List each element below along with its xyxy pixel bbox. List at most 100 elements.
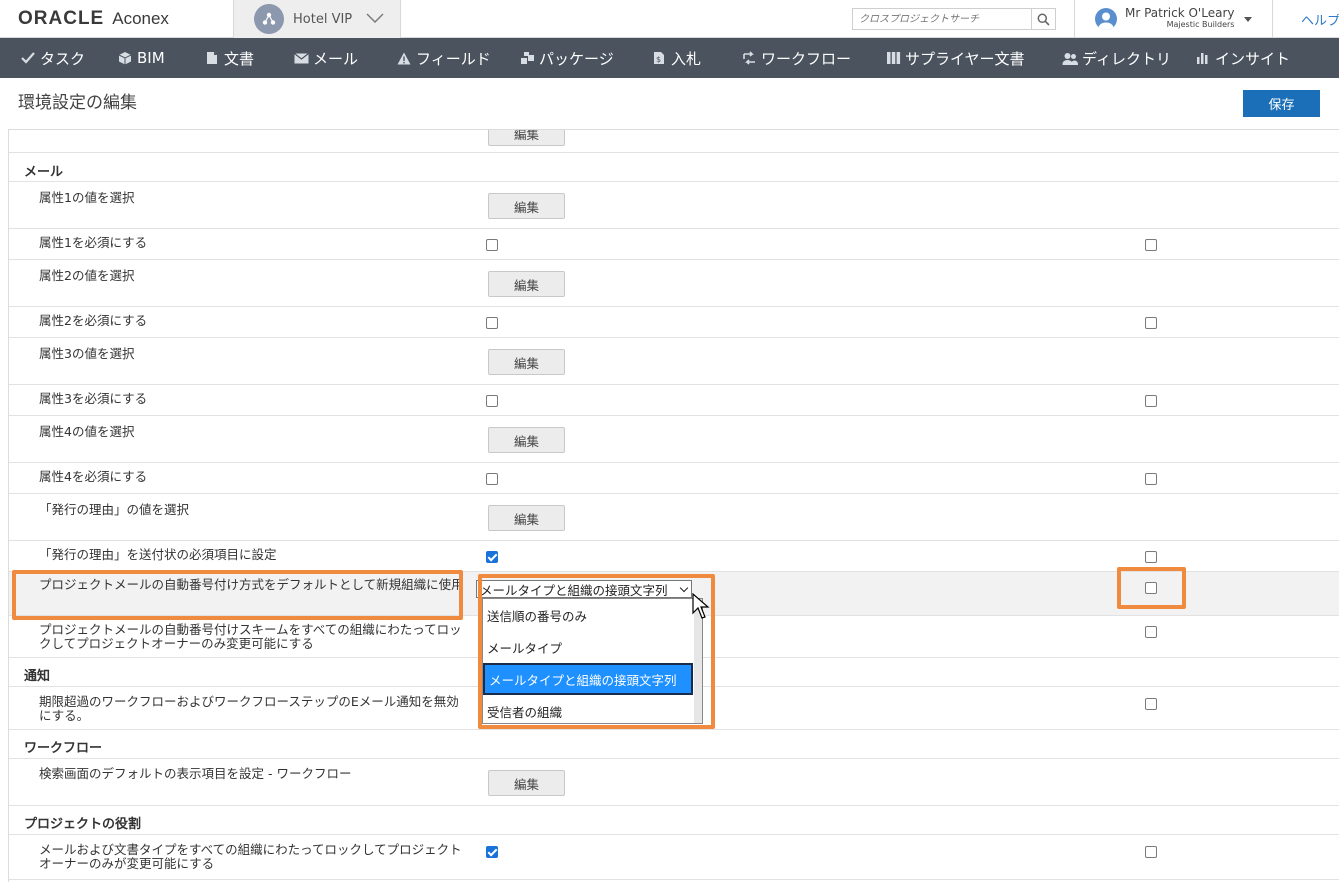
user-menu[interactable]: Mr Patrick O'Leary Majestic Builders <box>1074 0 1273 38</box>
nav-label: サプライヤー文書 <box>905 49 1025 68</box>
checkbox[interactable] <box>1145 626 1157 638</box>
nav-label: フィールド <box>416 49 491 68</box>
checkbox[interactable] <box>1145 395 1157 407</box>
check-icon <box>20 50 36 66</box>
annotation-highlight-checkbox <box>1117 567 1186 609</box>
row-label: 属性3の値を選択 <box>39 346 135 361</box>
row-attr4-required: 属性4を必須にする <box>9 463 1339 494</box>
svg-text:$: $ <box>656 55 661 64</box>
document-icon <box>204 50 220 66</box>
checkbox-checked[interactable] <box>486 551 498 563</box>
section-header-workflow: ワークフロー <box>9 730 1339 759</box>
row-label: 属性4を必須にする <box>39 469 148 484</box>
nav-label: 入札 <box>671 49 702 68</box>
section-title: メール <box>24 165 64 180</box>
warning-icon <box>396 50 412 66</box>
nav-item-insights[interactable]: インサイト <box>1195 38 1290 78</box>
edit-button[interactable]: 編集 <box>488 271 565 297</box>
checkbox[interactable] <box>1145 317 1157 329</box>
page-title: 環境設定の編集 <box>18 93 137 113</box>
save-button[interactable]: 保存 <box>1243 90 1320 117</box>
section-title: ワークフロー <box>24 741 103 756</box>
nav-label: インサイト <box>1215 49 1291 68</box>
section-title: プロジェクトの役割 <box>24 817 142 832</box>
checkbox[interactable] <box>1145 846 1157 858</box>
user-avatar-icon <box>1095 8 1117 30</box>
row-reason-values: 「発行の理由」の値を選択 編集 <box>9 494 1339 541</box>
preferences-table: 編集 メール 属性1の値を選択 編集 属性1を必須にする 属性2の値を選択 編集… <box>8 129 1339 882</box>
help-link[interactable]: ヘルプ <box>1301 10 1339 29</box>
project-switcher[interactable]: Hotel VIP <box>233 0 401 38</box>
row-label: 「発行の理由」を送付状の必須項目に設定 <box>39 547 277 562</box>
workflow-icon <box>741 50 757 66</box>
checkbox[interactable] <box>1145 551 1157 563</box>
search-icon[interactable] <box>1031 9 1055 29</box>
edit-button[interactable]: 編集 <box>488 770 565 796</box>
edit-button[interactable]: 編集 <box>488 505 565 531</box>
nav-item-bim[interactable]: BIM <box>117 38 165 78</box>
row-label: 属性1を必須にする <box>39 235 148 250</box>
nav-label: 文書 <box>224 49 255 68</box>
nav-item-directory[interactable]: ディレクトリ <box>1062 38 1171 78</box>
project-name: Hotel VIP <box>293 11 353 27</box>
checkbox[interactable] <box>486 317 498 329</box>
caret-down-icon <box>1244 16 1253 22</box>
row-attr3-required: 属性3を必須にする <box>9 385 1339 416</box>
nav-item-packages[interactable]: パッケージ <box>519 38 614 78</box>
envelope-icon <box>293 50 309 66</box>
logo-aconex-text: Aconex <box>112 9 169 28</box>
nav-item-tasks[interactable]: タスク <box>20 38 85 78</box>
nav-label: ワークフロー <box>761 49 852 68</box>
nav-label: ディレクトリ <box>1082 49 1171 68</box>
edit-button[interactable]: 編集 <box>488 427 565 453</box>
nav-item-supplier-documents[interactable]: サプライヤー文書 <box>885 38 1025 78</box>
row-label: 属性2を必須にする <box>39 313 148 328</box>
checkbox-checked[interactable] <box>486 846 498 858</box>
user-name: Mr Patrick O'Leary <box>1125 6 1235 20</box>
row-attr2-values: 属性2の値を選択 編集 <box>9 260 1339 307</box>
oracle-aconex-logo[interactable]: ORACLE Aconex <box>18 8 169 30</box>
row-label: 検索画面のデフォルトの表示項目を設定 - ワークフロー <box>39 766 352 781</box>
partial-row: 編集 <box>9 130 1339 153</box>
checkbox[interactable] <box>486 395 498 407</box>
main-navigation: タスク BIM 文書 メール フィールド パッケージ $ 入札 ワークフロー サ… <box>0 38 1339 78</box>
supplier-docs-icon <box>885 50 901 66</box>
checkbox[interactable] <box>486 239 498 251</box>
nav-label: タスク <box>40 49 86 68</box>
edit-button[interactable]: 編集 <box>488 193 565 219</box>
row-label: 属性1の値を選択 <box>39 190 135 205</box>
checkbox[interactable] <box>1145 473 1157 485</box>
mouse-cursor-icon <box>692 592 710 625</box>
logo-oracle-text: ORACLE <box>18 8 105 29</box>
nav-item-tenders[interactable]: $ 入札 <box>651 38 701 78</box>
row-mail-doc-type-lock: メールおよび文書タイプをすべての組織にわたってロックしてプロジェクトオーナーのみ… <box>9 835 1339 880</box>
row-label: メールおよび文書タイプをすべての組織にわたってロックしてプロジェクトオーナーのみ… <box>39 842 462 871</box>
nav-label: メール <box>313 49 359 68</box>
nav-item-workflows[interactable]: ワークフロー <box>741 38 851 78</box>
row-workflow-search-default: 検索画面のデフォルトの表示項目を設定 - ワークフロー 編集 <box>9 759 1339 806</box>
edit-button[interactable]: 編集 <box>488 130 565 146</box>
chevron-down-icon <box>366 12 384 27</box>
package-icon <box>519 50 535 66</box>
bar-chart-icon <box>1195 50 1211 66</box>
row-attr2-required: 属性2を必須にする <box>9 307 1339 338</box>
row-label: 属性4の値を選択 <box>39 424 135 439</box>
user-organization: Majestic Builders <box>1166 20 1235 29</box>
cube-icon <box>117 50 133 66</box>
search-input[interactable] <box>853 9 1031 29</box>
annotation-highlight-label <box>12 570 463 620</box>
checkbox[interactable] <box>486 473 498 485</box>
checkbox[interactable] <box>1145 239 1157 251</box>
row-label: 属性2の値を選択 <box>39 268 135 283</box>
top-bar: ORACLE Aconex Hotel VIP Mr Patrick <box>0 0 1339 38</box>
row-label: 属性3を必須にする <box>39 391 148 406</box>
checkbox[interactable] <box>1145 698 1157 710</box>
nav-item-mail[interactable]: メール <box>293 38 358 78</box>
cross-project-search <box>852 8 1056 30</box>
tender-icon: $ <box>651 50 667 66</box>
nav-item-field[interactable]: フィールド <box>396 38 491 78</box>
edit-button[interactable]: 編集 <box>488 349 565 375</box>
nav-label: BIM <box>137 49 165 67</box>
row-label: プロジェクトメールの自動番号付けスキームをすべての組織にわたってロックしてプロジ… <box>39 622 462 651</box>
nav-item-documents[interactable]: 文書 <box>204 38 254 78</box>
